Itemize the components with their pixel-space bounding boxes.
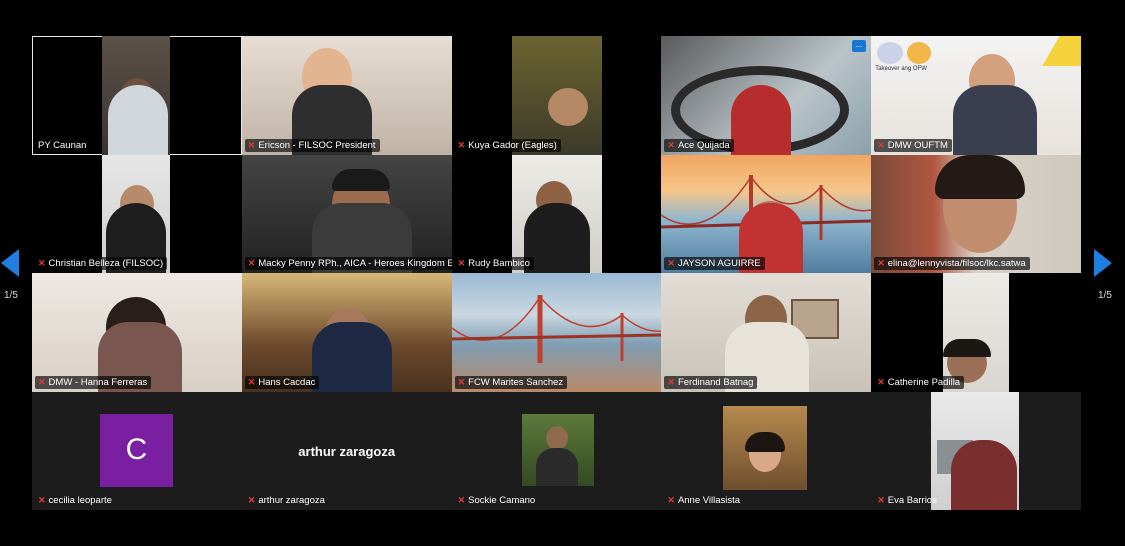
page-indicator-left: 1/5 xyxy=(4,290,18,301)
video-tile[interactable]: ✕ elina@lennyvista/filsoc/lkc.satwa xyxy=(871,154,1081,273)
page-indicator-right: 1/5 xyxy=(1098,290,1112,301)
bridge-background xyxy=(451,295,662,363)
mic-muted-icon: ✕ xyxy=(457,376,466,387)
video-gallery-grid: PY Caunan ✕ Ericson - FILSOC President ✕ K… xyxy=(32,36,1081,510)
video-tile[interactable]: ✕ Rudy Bambico xyxy=(451,154,662,273)
video-feed xyxy=(511,154,602,273)
video-feed xyxy=(871,154,1081,273)
participant-name-tag: ✕ Catherine Padilla xyxy=(874,375,965,389)
mic-muted-icon: ✕ xyxy=(457,495,466,505)
mic-muted-icon: ✕ xyxy=(877,139,885,150)
banner-text: Takeover ang OFW xyxy=(875,66,927,72)
mic-muted-icon: ✕ xyxy=(457,258,466,268)
participant-name-tag: ✕ Ferdinand Batnag xyxy=(664,375,758,389)
mic-muted-icon: ✕ xyxy=(247,139,256,150)
video-feed xyxy=(661,154,872,273)
participant-name-tag: PY Caunan xyxy=(35,138,91,152)
video-feed xyxy=(241,273,452,392)
participant-name-tag: ✕ JAYSON AGUIRRE xyxy=(664,257,765,270)
video-tile[interactable]: arthur zaragoza ✕ arthur zaragoza xyxy=(241,391,452,510)
mic-muted-icon: ✕ xyxy=(38,495,46,505)
participant-name-tag: ✕ Ace Quijada xyxy=(664,138,734,152)
participant-name-tag: ✕ Eva Barrios xyxy=(877,495,937,506)
logo-icon xyxy=(877,42,904,64)
participant-name-tag: ✕ Hans Cacdac xyxy=(244,375,320,389)
video-feed: Takeover ang OFW xyxy=(871,36,1081,155)
mic-muted-icon: ✕ xyxy=(667,376,675,387)
video-tile[interactable]: C ✕ cecilia leoparte xyxy=(32,391,242,510)
mic-muted-icon: ✕ xyxy=(247,376,256,387)
mic-muted-icon: ✕ xyxy=(457,139,466,150)
video-feed xyxy=(943,273,1010,392)
video-feed xyxy=(241,154,452,273)
video-tile[interactable]: ✕ Kuya Gador (Eagles) xyxy=(451,36,662,155)
video-tile[interactable]: ✕ Ericson - FILSOC President xyxy=(241,36,452,155)
next-page-arrow-icon[interactable] xyxy=(1094,249,1112,277)
video-feed xyxy=(451,273,662,392)
avatar xyxy=(723,405,808,490)
video-feed xyxy=(511,36,602,155)
mic-muted-icon: ✕ xyxy=(667,139,675,150)
video-tile[interactable]: ✕ Ace Quijada xyxy=(661,36,872,155)
participant-name-tag: ✕ DMW OUFTM xyxy=(874,138,952,152)
participant-name-tag: ✕ Sockie Camano xyxy=(457,495,536,506)
participant-name-tag: ✕ elina@lennyvista/filsoc/lkc.satwa xyxy=(874,257,1030,270)
video-tile[interactable]: ✕ Christian Belleza (FILSOC) xyxy=(32,154,242,273)
participant-name-tag: ✕ DMW - Hanna Ferreras xyxy=(35,375,152,389)
avatar xyxy=(521,413,594,486)
video-tile[interactable]: ✕ Anne Villasista xyxy=(661,391,872,510)
video-tile[interactable]: ✕ Catherine Padilla xyxy=(871,273,1081,392)
video-feed xyxy=(32,273,242,392)
video-feed xyxy=(102,154,170,273)
video-tile[interactable]: ✕ Macky Penny RPh., AICA - Heroes Kingdom… xyxy=(241,154,452,273)
video-tile[interactable]: Takeover ang OFW ✕ DMW OUFTM xyxy=(871,36,1081,155)
video-feed xyxy=(241,36,452,155)
mic-muted-icon: ✕ xyxy=(877,495,885,505)
video-tile[interactable]: ✕ JAYSON AGUIRRE xyxy=(661,154,872,273)
participant-name-tag: ✕ cecilia leoparte xyxy=(38,495,112,506)
video-tile[interactable]: ✕ Sockie Camano xyxy=(451,391,662,510)
avatar: C xyxy=(100,413,173,487)
video-tile[interactable]: ✕ Ferdinand Batnag xyxy=(661,273,872,392)
video-feed xyxy=(661,273,872,392)
participant-display-name: arthur zaragoza xyxy=(298,443,396,459)
participant-name-tag: ✕ Christian Belleza (FILSOC) xyxy=(35,257,168,270)
mic-muted-icon: ✕ xyxy=(667,495,675,505)
video-tile[interactable]: PY Caunan xyxy=(32,36,242,155)
participant-name-tag: ✕ Ericson - FILSOC President xyxy=(244,138,380,152)
mic-muted-icon: ✕ xyxy=(38,258,46,268)
video-tile[interactable]: ✕ Hans Cacdac xyxy=(241,273,452,392)
mic-muted-icon: ✕ xyxy=(38,376,46,387)
video-tile[interactable]: ✕ Eva Barrios xyxy=(871,391,1081,510)
more-options-button[interactable]: ... xyxy=(852,40,866,52)
video-tile[interactable]: ✕ FCW Marites Sanchez xyxy=(451,273,662,392)
mic-muted-icon: ✕ xyxy=(247,258,256,268)
mic-muted-icon: ✕ xyxy=(667,258,675,268)
participant-name-tag: ✕ Anne Villasista xyxy=(667,495,741,506)
mic-muted-icon: ✕ xyxy=(877,258,885,268)
participant-name-tag: ✕ Kuya Gador (Eagles) xyxy=(454,138,561,152)
mic-muted-icon: ✕ xyxy=(247,495,256,505)
mic-muted-icon: ✕ xyxy=(877,376,885,387)
participant-name-tag: ✕ arthur zaragoza xyxy=(247,495,325,506)
video-feed xyxy=(661,36,872,155)
video-feed xyxy=(931,391,1020,510)
participant-name-tag: ✕ FCW Marites Sanchez xyxy=(454,375,568,389)
prev-page-arrow-icon[interactable] xyxy=(1,249,19,277)
video-feed xyxy=(102,36,170,155)
participant-name-tag: ✕ Rudy Bambico xyxy=(454,257,534,270)
logo-icon xyxy=(907,42,932,64)
participant-name-tag: ✕ Macky Penny RPh., AICA - Heroes Kingdom… xyxy=(244,257,452,270)
video-tile[interactable]: ✕ DMW - Hanna Ferreras xyxy=(32,273,242,392)
